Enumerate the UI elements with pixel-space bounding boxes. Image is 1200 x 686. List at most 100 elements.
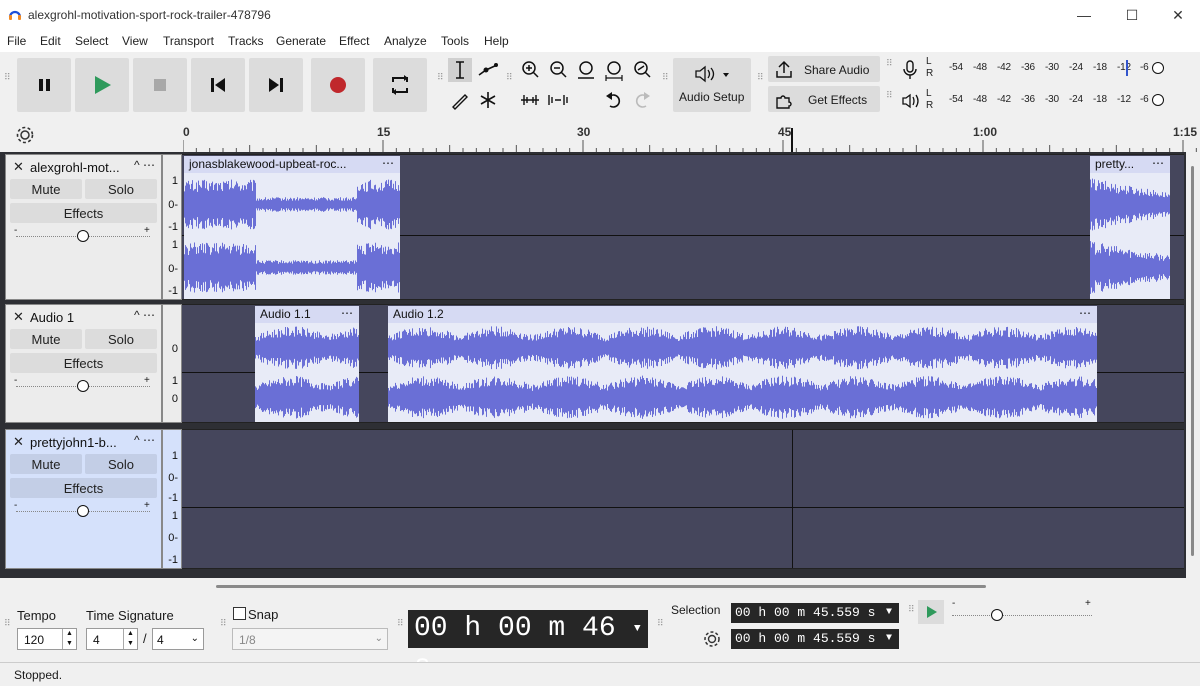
maximize-button[interactable]: ☐ xyxy=(1112,4,1152,26)
track-control-panel[interactable]: ✕ Audio 1 ^ ⋯ Mute Solo Effects - + xyxy=(5,304,162,423)
fit-project-button[interactable] xyxy=(602,58,626,82)
track-name[interactable]: prettyjohn1-b... xyxy=(30,435,117,450)
clip-title[interactable]: Audio 1.2 xyxy=(388,306,1097,323)
trim-audio-button[interactable] xyxy=(518,88,542,112)
snap-select[interactable]: 1/8 ⌄ xyxy=(232,628,388,650)
toolbar-grip-icon[interactable]: ⠿ xyxy=(4,73,11,82)
track-menu-icon[interactable]: ^ ⋯ xyxy=(134,158,155,172)
speed-slider-knob[interactable] xyxy=(991,609,1003,621)
play-meter-grip-icon[interactable]: ⠿ xyxy=(886,91,893,100)
loop-button[interactable] xyxy=(373,58,427,112)
menu-tools[interactable]: Tools xyxy=(441,34,469,48)
share-grip-icon[interactable]: ⠿ xyxy=(757,73,764,82)
close-track-icon[interactable]: ✕ xyxy=(13,159,24,175)
playback-meter[interactable]: -54 -48 -42 -36 -30 -24 -18 -12 -6 xyxy=(940,90,1164,112)
audio-clip[interactable]: Audio 1.1 ⋯ xyxy=(255,306,359,422)
play-meter-knob[interactable] xyxy=(1152,94,1164,106)
clip-menu-icon[interactable]: ⋯ xyxy=(1079,306,1091,321)
close-track-icon[interactable]: ✕ xyxy=(13,309,24,325)
selection-start-field[interactable]: 00 h 00 m 45.559 s ▼ xyxy=(731,603,899,623)
menu-help[interactable]: Help xyxy=(484,34,509,48)
track-control-panel[interactable]: ✕ prettyjohn1-b... ^ ⋯ Mute Solo Effects… xyxy=(5,429,162,569)
microphone-icon[interactable] xyxy=(900,58,920,82)
audio-setup-grip-icon[interactable]: ⠿ xyxy=(662,73,669,82)
audio-setup-button[interactable]: Audio Setup xyxy=(673,58,751,112)
timeline-ruler[interactable]: 0 15 30 45 1:00 1:15 xyxy=(0,118,1200,152)
redo-button[interactable] xyxy=(630,88,654,112)
menu-file[interactable]: File xyxy=(7,34,26,48)
vertical-scroll-thumb[interactable] xyxy=(1191,166,1194,556)
vertical-scrollbar[interactable] xyxy=(1186,152,1200,578)
play-at-speed-grip-icon[interactable]: ⠿ xyxy=(908,605,915,614)
chevron-down-icon[interactable]: ▼ xyxy=(886,603,892,623)
time-sig-grip-icon[interactable]: ⠿ xyxy=(4,619,11,628)
solo-button[interactable]: Solo xyxy=(85,329,157,349)
zoom-toggle-button[interactable] xyxy=(630,58,654,82)
pause-button[interactable] xyxy=(17,58,71,112)
clip-menu-icon[interactable]: ⋯ xyxy=(382,156,394,171)
menu-view[interactable]: View xyxy=(122,34,148,48)
menu-select[interactable]: Select xyxy=(75,34,108,48)
share-audio-button[interactable]: Share Audio xyxy=(768,56,880,82)
track-lane[interactable]: jonasblakewood-upbeat-roc... ⋯ pretty...… xyxy=(182,154,1184,300)
mute-button[interactable]: Mute xyxy=(10,454,82,474)
amplitude-scale[interactable]: 1 0- -1 1 0- -1 xyxy=(162,154,182,300)
selection-tool-button[interactable] xyxy=(448,58,472,82)
playhead-marker[interactable] xyxy=(791,128,793,152)
edit-grip-icon[interactable]: ⠿ xyxy=(506,73,513,82)
effects-button[interactable]: Effects xyxy=(10,353,157,373)
skip-to-end-button[interactable] xyxy=(249,58,303,112)
play-button[interactable] xyxy=(75,58,129,112)
skip-to-start-button[interactable] xyxy=(191,58,245,112)
time-format-dropdown-icon[interactable]: ▼ xyxy=(634,610,641,648)
snap-checkbox[interactable] xyxy=(233,607,246,620)
track-menu-icon[interactable]: ^ ⋯ xyxy=(134,308,155,322)
gain-slider-knob[interactable] xyxy=(77,230,89,242)
multi-tool-button[interactable] xyxy=(476,88,500,112)
horizontal-scroll-thumb[interactable] xyxy=(216,585,986,588)
snap-grip-icon[interactable]: ⠿ xyxy=(220,619,227,628)
audio-clip[interactable]: jonasblakewood-upbeat-roc... ⋯ xyxy=(184,156,400,299)
gain-slider-knob[interactable] xyxy=(77,380,89,392)
solo-button[interactable]: Solo xyxy=(85,179,157,199)
menu-edit[interactable]: Edit xyxy=(40,34,61,48)
effects-button[interactable]: Effects xyxy=(10,203,157,223)
rec-meter-grip-icon[interactable]: ⠿ xyxy=(886,59,893,68)
stop-button[interactable] xyxy=(133,58,187,112)
zoom-in-button[interactable] xyxy=(518,58,542,82)
track-name[interactable]: Audio 1 xyxy=(30,310,74,325)
clip-menu-icon[interactable]: ⋯ xyxy=(1152,156,1164,171)
clip-title[interactable]: jonasblakewood-upbeat-roc... xyxy=(184,156,400,173)
time-sig-denominator-select[interactable]: 4 ⌄ xyxy=(152,628,204,650)
time-sig-numerator-input[interactable]: 4 ▲ ▼ xyxy=(86,628,138,650)
draw-tool-button[interactable] xyxy=(448,88,472,112)
effects-button[interactable]: Effects xyxy=(10,478,157,498)
zoom-out-button[interactable] xyxy=(546,58,570,82)
selection-grip-icon[interactable]: ⠿ xyxy=(657,619,664,628)
undo-button[interactable] xyxy=(602,88,626,112)
menu-tracks[interactable]: Tracks xyxy=(228,34,264,48)
menu-transport[interactable]: Transport xyxy=(163,34,214,48)
mute-button[interactable]: Mute xyxy=(10,329,82,349)
mute-button[interactable]: Mute xyxy=(10,179,82,199)
ts-spinner-icon[interactable]: ▲ ▼ xyxy=(123,629,137,649)
selection-settings-gear-icon[interactable] xyxy=(701,628,723,650)
track-control-panel[interactable]: ✕ alexgrohl-mot... ^ ⋯ Mute Solo Effects… xyxy=(5,154,162,300)
clip-menu-icon[interactable]: ⋯ xyxy=(341,306,353,321)
recording-meter[interactable]: -54 -48 -42 -36 -30 -24 -18 -12 -6 xyxy=(940,58,1164,80)
track-name[interactable]: alexgrohl-mot... xyxy=(30,160,120,175)
audio-clip[interactable]: Audio 1.2 ⋯ xyxy=(388,306,1097,422)
record-button[interactable] xyxy=(311,58,365,112)
gain-slider-knob[interactable] xyxy=(77,505,89,517)
time-grip-icon[interactable]: ⠿ xyxy=(397,619,404,628)
menu-analyze[interactable]: Analyze xyxy=(384,34,427,48)
play-at-speed-button[interactable] xyxy=(918,600,944,624)
tempo-input[interactable]: 120 ▲ ▼ xyxy=(17,628,77,650)
track-lane[interactable]: Audio 1.1 ⋯ Audio 1.2 ⋯ xyxy=(182,304,1184,423)
rec-meter-knob[interactable] xyxy=(1152,62,1164,74)
audio-clip[interactable]: pretty... ⋯ xyxy=(1090,156,1170,299)
envelope-tool-button[interactable] xyxy=(476,58,500,82)
selection-end-field[interactable]: 00 h 00 m 45.559 s ▼ xyxy=(731,629,899,649)
speaker-output-icon[interactable] xyxy=(900,90,924,112)
chevron-down-icon[interactable]: ▼ xyxy=(886,629,892,649)
